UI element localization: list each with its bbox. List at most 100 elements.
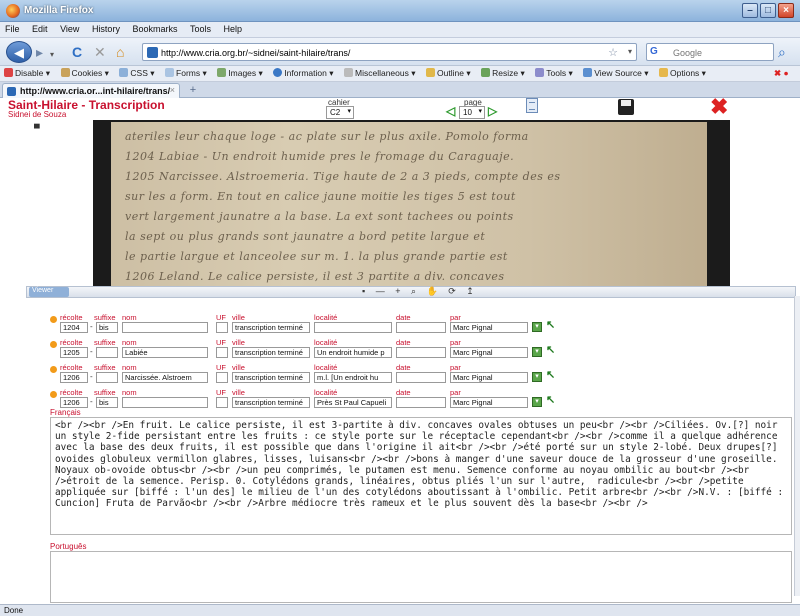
dev-information[interactable]: Information ▾ [269,66,337,79]
ville-field[interactable]: transcription terminé [232,347,310,358]
browser-window: Mozilla Firefox – □ × File Edit View His… [0,0,800,616]
menu-history[interactable]: History [87,22,125,34]
dev-images[interactable]: Images ▾ [213,66,267,79]
par-dropdown-button[interactable]: ▾ [532,322,542,332]
par-select[interactable]: Marc Pignal [450,347,528,358]
page-scrollbar[interactable] [794,296,800,596]
viewer-tab[interactable]: Viewer [29,287,69,297]
goto-arrow-icon[interactable]: ↖ [546,368,555,381]
recolte-field[interactable]: 1205 [60,347,88,358]
suffixe-field[interactable] [96,347,118,358]
next-page-arrow-icon[interactable]: ▷ [488,104,497,118]
menu-edit[interactable]: Edit [27,22,53,34]
ville-field[interactable]: transcription terminé [232,322,310,333]
minimize-button[interactable]: – [742,3,758,18]
page-select[interactable]: 10 ▾ [459,106,485,119]
menu-view[interactable]: View [55,22,84,34]
nom-field[interactable]: Narcissée. Alstroem [122,372,208,383]
pin-icon[interactable]: ▀ [34,124,40,133]
menu-file[interactable]: File [0,22,25,34]
francais-textarea[interactable]: <br /><br />En fruit. Le calice persiste… [50,417,792,535]
suffixe-field[interactable] [96,372,118,383]
address-bar[interactable]: ☆ ▾ [142,43,637,61]
par-select[interactable]: Marc Pignal [450,372,528,383]
dev-miscellaneous[interactable]: Miscellaneous ▾ [340,66,420,79]
localite-label: localité [314,388,338,397]
dev-view-source[interactable]: View Source ▾ [579,66,652,79]
recolte-field[interactable]: 1204 [60,322,88,333]
date-field[interactable] [396,372,446,383]
menu-bookmarks[interactable]: Bookmarks [127,22,182,34]
close-window-button[interactable]: × [778,3,794,18]
dev-css[interactable]: CSS ▾ [115,66,158,79]
notepad-icon[interactable] [526,98,538,113]
suffixe-field[interactable]: bis [96,322,118,333]
ville-label: ville [232,338,245,347]
dev-tools[interactable]: Tools ▾ [531,66,576,79]
recolte-field[interactable]: 1206 [60,397,88,408]
search-input[interactable] [673,46,769,59]
goto-arrow-icon[interactable]: ↖ [546,393,555,406]
reload-icon[interactable]: C [72,44,82,60]
search-box[interactable]: G [646,43,774,61]
uf-field[interactable] [216,347,228,358]
par-dropdown-button[interactable]: ▾ [532,372,542,382]
tab-active[interactable]: http://www.cria.or...int-hilaire/trans/ … [2,83,180,98]
url-input[interactable] [161,46,601,59]
tab-close-icon[interactable]: × [170,85,175,95]
dev-disable[interactable]: Disable ▾ [0,66,54,79]
par-select[interactable]: Marc Pignal [450,322,528,333]
cahier-select[interactable]: C2 ▾ [326,106,354,119]
localite-field[interactable] [314,322,392,333]
par-dropdown-button[interactable]: ▾ [532,397,542,407]
navigation-toolbar: ◀ ▸ ▾ C ✕ ⌂ ☆ ▾ G ⌕ [0,38,800,66]
back-button[interactable]: ◀ [6,41,32,63]
nom-field[interactable]: Labiée [122,347,208,358]
viewer-toolbar: Viewer ▪ — + ⌕ ✋ ⟳ ↥ [26,286,796,298]
dev-error-icon[interactable]: ✖ ● [770,66,793,79]
stop-icon[interactable]: ✕ [94,44,106,60]
localite-field[interactable]: Un endroit humide p [314,347,392,358]
home-icon[interactable]: ⌂ [116,44,124,60]
dev-cookies[interactable]: Cookies ▾ [57,66,113,79]
google-engine-icon[interactable]: G [650,46,664,59]
dev-options[interactable]: Options ▾ [655,66,710,79]
localite-field[interactable]: Près St Paul Capueli [314,397,392,408]
viewer-tools[interactable]: ▪ — + ⌕ ✋ ⟳ ↥ [362,286,478,297]
ville-field[interactable]: transcription terminé [232,372,310,383]
bookmark-star-icon[interactable]: ☆ [608,46,618,59]
par-dropdown-button[interactable]: ▾ [532,347,542,357]
dev-forms[interactable]: Forms ▾ [161,66,211,79]
menu-help[interactable]: Help [219,22,248,34]
nom-field[interactable] [122,397,208,408]
recolte-field[interactable]: 1206 [60,372,88,383]
menu-tools[interactable]: Tools [185,22,216,34]
history-dropdown-icon[interactable]: ▾ [50,47,54,63]
forward-button[interactable]: ▸ [36,44,43,60]
maximize-button[interactable]: □ [760,3,776,18]
close-red-x-icon[interactable]: ✖ [710,98,728,118]
date-field[interactable] [396,322,446,333]
goto-arrow-icon[interactable]: ↖ [546,318,555,331]
date-field[interactable] [396,347,446,358]
search-magnifier-icon[interactable]: ⌕ [778,44,786,60]
save-floppy-icon[interactable] [618,99,634,115]
par-select[interactable]: Marc Pignal [450,397,528,408]
dev-resize[interactable]: Resize ▾ [477,66,529,79]
url-dropdown-icon[interactable]: ▾ [628,47,632,56]
uf-field[interactable] [216,372,228,383]
goto-arrow-icon[interactable]: ↖ [546,343,555,356]
portugues-textarea[interactable] [50,551,792,603]
localite-field[interactable]: m.l. [Un endroit hu [314,372,392,383]
suffixe-field[interactable]: bis [96,397,118,408]
ville-field[interactable]: transcription terminé [232,397,310,408]
dev-outline[interactable]: Outline ▾ [422,66,475,79]
date-field[interactable] [396,397,446,408]
prev-page-arrow-icon[interactable]: ◁ [446,104,455,118]
manuscript-page-image[interactable]: ateriles leur chaque loge - ac plate sur… [111,122,707,286]
nom-field[interactable] [122,322,208,333]
manuscript-viewer[interactable]: ateriles leur chaque loge - ac plate sur… [93,120,730,286]
uf-field[interactable] [216,397,228,408]
uf-field[interactable] [216,322,228,333]
new-tab-button[interactable]: + [186,84,200,96]
